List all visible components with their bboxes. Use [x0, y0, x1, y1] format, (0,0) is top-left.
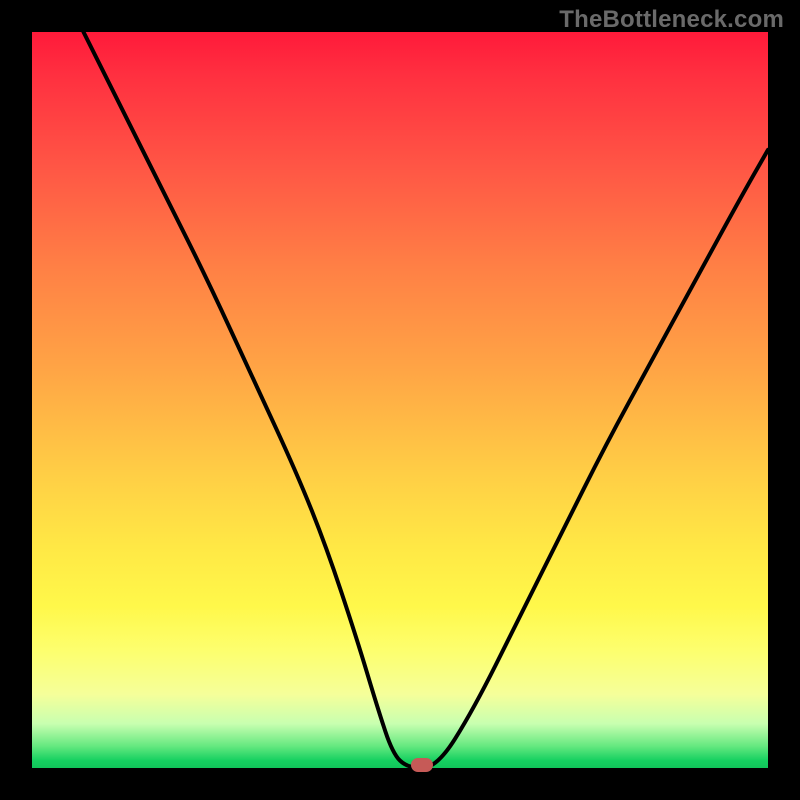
watermark-text: TheBottleneck.com [559, 6, 784, 34]
bottleneck-curve [32, 32, 768, 768]
chart-frame: TheBottleneck.com [0, 0, 800, 800]
minimum-marker [411, 758, 433, 772]
